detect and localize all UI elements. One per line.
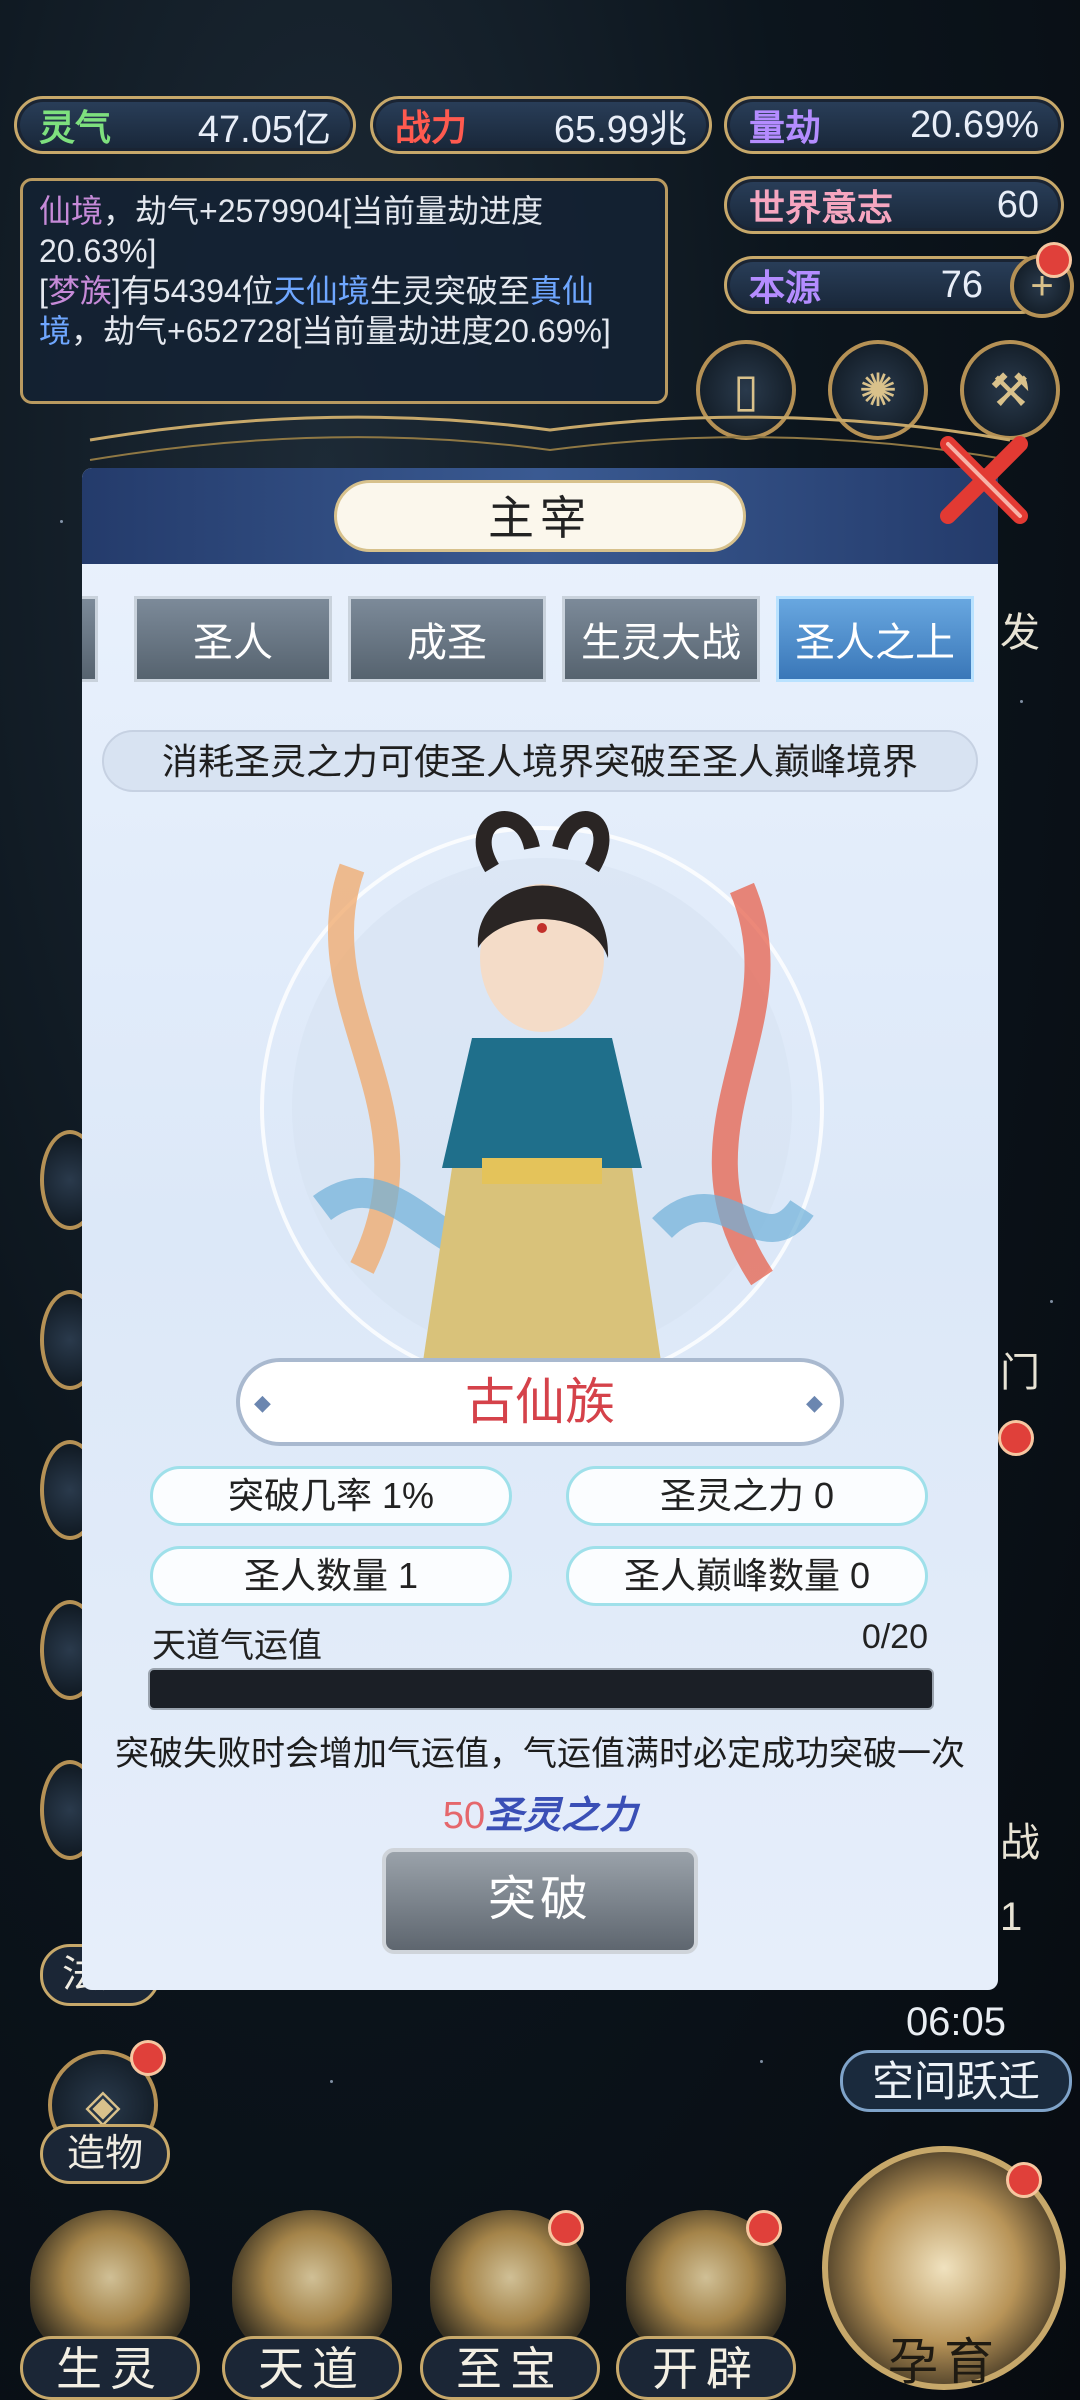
benyuan-label: 本源 <box>749 267 822 308</box>
liangjie-value: 20.69% <box>910 103 1039 146</box>
men-button[interactable]: 门 <box>1000 1340 1070 1400</box>
nav-label: 生灵 <box>20 2336 200 2400</box>
log-realm: 仙境 <box>39 193 104 229</box>
event-log: 仙境，劫气+2579904[当前量劫进度20.63%] [梦族]有54394位天… <box>20 178 668 404</box>
close-icon <box>940 436 1028 524</box>
zhanli-label: 战力 <box>395 107 468 148</box>
notification-dot <box>1036 242 1072 278</box>
nav-sheng-ling[interactable]: 生灵 <box>20 2210 200 2400</box>
notification-dot <box>1006 2162 1042 2198</box>
zhan-label: 战 <box>1000 1821 1040 1865</box>
break-rate-pill: 突破几率 1% <box>150 1466 512 1526</box>
cost-amount: 50 <box>442 1795 486 1837</box>
log-realm: 天仙境 <box>273 273 370 309</box>
notification-dot <box>998 1420 1034 1456</box>
zhanli-stat: 战力 65.99兆 <box>370 96 712 154</box>
world-will-label: 世界意志 <box>749 187 894 228</box>
space-timer: 06:05 <box>905 2000 1007 2044</box>
fa-label: 发 <box>1000 611 1040 655</box>
tab-hidden[interactable] <box>82 596 98 682</box>
race-name: 古仙族 <box>236 1358 844 1446</box>
notification-dot <box>746 2210 782 2246</box>
break-cost: 50圣灵之力 <box>82 1784 998 1839</box>
log-text: ]有54394位 <box>111 273 274 309</box>
space-jump-button[interactable]: 空间跃迁 <box>840 2050 1072 2112</box>
liangjie-label: 量劫 <box>749 107 822 148</box>
nav-tian-dao[interactable]: 天道 <box>222 2210 402 2400</box>
luck-progress-bar <box>148 1668 934 1710</box>
log-bracket: [ <box>39 273 48 309</box>
log-clan: 梦族 <box>47 273 112 309</box>
cost-item: 圣灵之力 <box>485 1795 638 1837</box>
world-will-stat[interactable]: 世界意志 60 <box>724 176 1064 234</box>
zao-wu-label: 造物 <box>40 2124 170 2184</box>
lingqi-label: 灵气 <box>39 107 112 148</box>
luck-note: 突破失败时会增加气运值，气运值满时必定成功突破一次 <box>115 1735 965 1773</box>
tab-cheng-sheng[interactable]: 成圣 <box>348 596 546 682</box>
count-badge: 1 <box>1000 1895 1070 1955</box>
saint-portrait <box>260 811 824 1368</box>
close-button[interactable] <box>934 430 1034 530</box>
nav-label: 开辟 <box>616 2336 796 2400</box>
holy-power-pill: 圣灵之力 0 <box>566 1466 928 1526</box>
fa-button[interactable]: 发 <box>1000 600 1070 660</box>
world-will-value: 60 <box>996 183 1039 226</box>
benyuan-stat[interactable]: 本源 76 <box>724 256 1050 314</box>
luck-label: 天道气运值 <box>152 1627 322 1665</box>
dialog-description: 消耗圣灵之力可使圣人境界突破至圣人巅峰境界 <box>102 730 978 792</box>
break-button[interactable]: 突破 <box>382 1848 698 1954</box>
benyuan-value: 76 <box>940 263 983 306</box>
diamond-left-icon: ◆ <box>254 1390 271 1415</box>
diamond-right-icon: ◆ <box>806 1390 823 1415</box>
nav-label: 至宝 <box>420 2336 600 2400</box>
liangjie-stat[interactable]: 量劫 20.69% <box>724 96 1064 154</box>
men-label: 门 <box>1000 1351 1040 1395</box>
log-text: 生灵突破至 <box>369 273 530 309</box>
tab-sheng-ling-da-zhan[interactable]: 生灵大战 <box>562 596 760 682</box>
lingqi-value: 47.05亿 <box>197 108 331 151</box>
nav-label: 天道 <box>222 2336 402 2400</box>
tab-sheng-ren-zhi-shang[interactable]: 圣人之上 <box>776 596 974 682</box>
zhanli-value: 65.99兆 <box>553 108 687 151</box>
notification-dot <box>130 2040 166 2076</box>
log-text: ，劫气+652728[当前量劫进度20.69%] <box>71 313 611 349</box>
luck-value: 0/20 <box>861 1618 928 1656</box>
master-dialog: 主宰 圣人 成圣 生灵大战 圣人之上 消耗圣灵之力可使圣人境界突破至圣人巅峰境界… <box>82 468 998 1990</box>
count-label: 1 <box>1000 1895 1023 1939</box>
saint-count-pill: 圣人数量 1 <box>150 1546 512 1606</box>
lingqi-stat: 灵气 47.05亿 <box>14 96 356 154</box>
notification-dot <box>548 2210 584 2246</box>
yun-yu-label: 孕育 <box>888 2334 1000 2390</box>
peak-count-pill: 圣人巅峰数量 0 <box>566 1546 928 1606</box>
tab-sheng-ren[interactable]: 圣人 <box>134 596 332 682</box>
dialog-title: 主宰 <box>334 480 746 552</box>
zhan-button[interactable]: 战 <box>1000 1810 1070 1870</box>
log-text: ，劫气+2579904[当前量劫进度20.63%] <box>39 193 544 269</box>
